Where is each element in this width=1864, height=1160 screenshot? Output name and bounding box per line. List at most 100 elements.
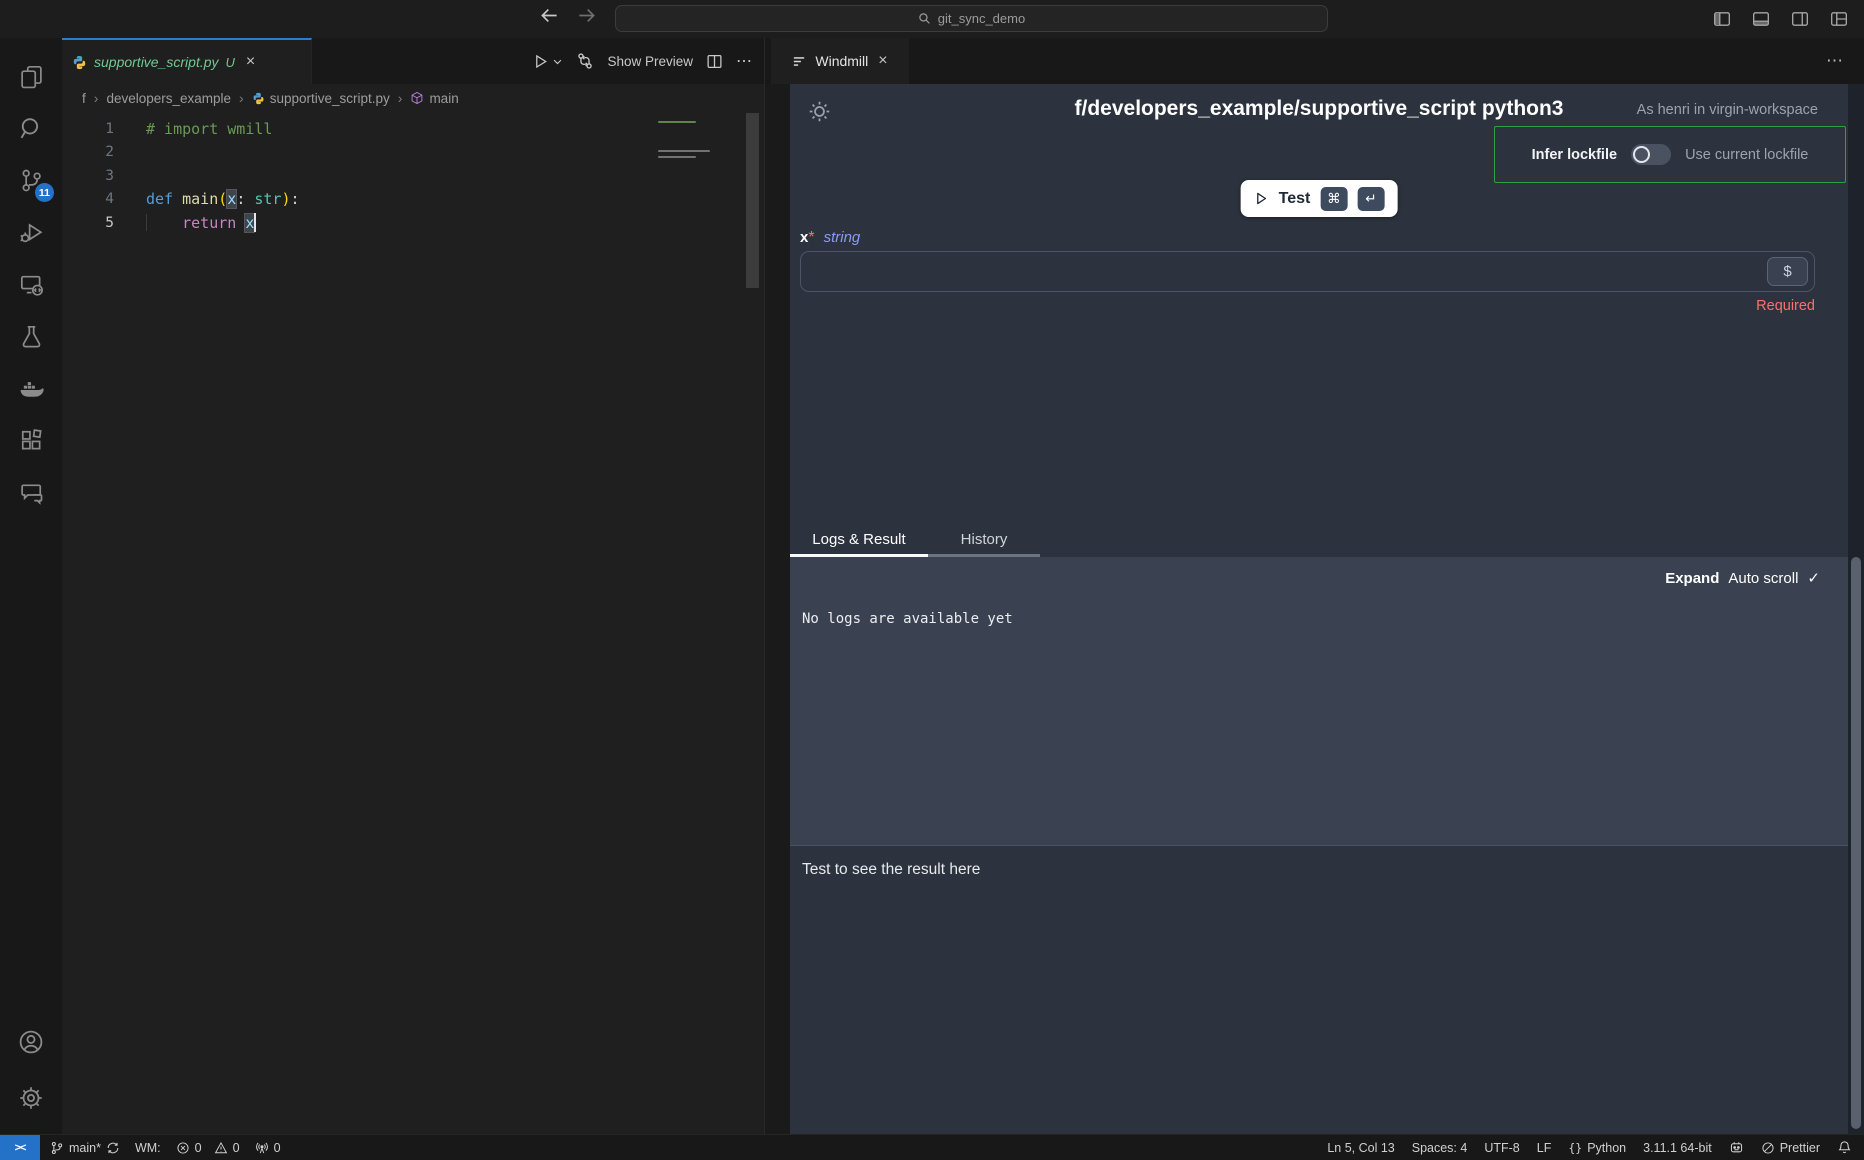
- tab-supportive-script[interactable]: supportive_script.py U ×: [62, 38, 312, 84]
- tab-windmill[interactable]: Windmill ×: [771, 38, 909, 84]
- search-view-icon[interactable]: [0, 102, 62, 154]
- test-button[interactable]: Test ⌘ ↵: [1241, 180, 1398, 217]
- activity-bar: 11: [0, 38, 62, 1134]
- testing-icon[interactable]: [0, 310, 62, 362]
- more-actions-icon[interactable]: ⋯: [736, 51, 752, 71]
- scm-badge: 11: [35, 183, 54, 202]
- encoding-item[interactable]: UTF-8: [1484, 1141, 1519, 1155]
- line-number: 2: [62, 144, 114, 160]
- infer-lockfile-label: Infer lockfile: [1532, 147, 1617, 163]
- code-line[interactable]: 3: [62, 164, 764, 188]
- docker-icon[interactable]: [0, 362, 62, 414]
- windmill-panel-icon: [792, 54, 807, 69]
- python-interpreter-item[interactable]: 3.11.1 64-bit: [1643, 1141, 1712, 1155]
- remote-explorer-icon[interactable]: [0, 258, 62, 310]
- problems-item[interactable]: 0 0: [176, 1141, 240, 1155]
- minimap[interactable]: [658, 121, 740, 158]
- split-editor-icon[interactable]: [706, 53, 723, 70]
- line-number: 4: [62, 191, 114, 207]
- tab-close-icon[interactable]: ×: [246, 53, 255, 71]
- enter-key-icon: ↵: [1357, 187, 1384, 211]
- disabled-circle-icon: [1761, 1141, 1775, 1155]
- language-mode-item[interactable]: {} Python: [1568, 1141, 1626, 1155]
- tab-history[interactable]: History: [928, 527, 1040, 557]
- nav-forward-icon[interactable]: [577, 6, 596, 25]
- required-star: *: [808, 229, 814, 246]
- extensions-icon[interactable]: [0, 414, 62, 466]
- breadcrumb: f › developers_example › supportive_scri…: [62, 84, 764, 112]
- notifications-bell-icon[interactable]: [1837, 1140, 1852, 1155]
- tab-close-icon[interactable]: ×: [878, 52, 887, 70]
- text-cursor: [254, 213, 256, 232]
- result-hint: Test to see the result here: [802, 861, 980, 879]
- check-icon[interactable]: ✓: [1807, 569, 1820, 587]
- toggle-knob: [1633, 146, 1650, 163]
- explorer-icon[interactable]: [0, 50, 62, 102]
- prettier-item[interactable]: Prettier: [1761, 1141, 1820, 1155]
- highlighted-occurrence: x: [227, 190, 236, 208]
- toggle-secondary-sidebar-icon[interactable]: [1791, 10, 1809, 28]
- settings-gear-icon[interactable]: [0, 1072, 62, 1124]
- webview-scrollbar[interactable]: [1848, 84, 1864, 1134]
- tab-git-status: U: [226, 55, 235, 70]
- eol-item[interactable]: LF: [1537, 1141, 1552, 1155]
- code-editor[interactable]: 1 # import wmill 2 3 4 def main(x: str):…: [62, 112, 764, 1134]
- lockfile-toggle[interactable]: [1631, 144, 1671, 165]
- chevron-right-icon: ›: [239, 90, 244, 106]
- git-branch-item[interactable]: main*: [50, 1141, 120, 1155]
- code-line[interactable]: 4 def main(x: str):: [62, 188, 764, 212]
- variable-picker-button[interactable]: $: [1767, 257, 1808, 286]
- wm-status-item[interactable]: WM:: [135, 1141, 161, 1155]
- no-logs-message: No logs are available yet: [802, 611, 1013, 627]
- accounts-icon[interactable]: [0, 1016, 62, 1068]
- compare-changes-icon[interactable]: [576, 52, 594, 70]
- toggle-primary-sidebar-icon[interactable]: [1713, 10, 1731, 28]
- tab-logs-result[interactable]: Logs & Result: [790, 527, 928, 557]
- status-bar: >< main* WM: 0 0 0 Ln 5, Col 13 Spaces: …: [0, 1134, 1864, 1160]
- radio-tower-icon: [255, 1141, 269, 1155]
- nav-back-icon[interactable]: [540, 6, 559, 25]
- remote-indicator[interactable]: ><: [0, 1135, 40, 1160]
- logs-panel: Expand Auto scroll ✓ No logs are availab…: [790, 557, 1848, 845]
- show-preview-button[interactable]: Show Preview: [607, 54, 693, 69]
- cmd-key-icon: ⌘: [1320, 187, 1347, 211]
- indentation-item[interactable]: Spaces: 4: [1412, 1141, 1468, 1155]
- breadcrumb-file[interactable]: supportive_script.py: [252, 91, 390, 106]
- line-number: 5: [62, 215, 114, 231]
- run-python-file-button[interactable]: [532, 53, 563, 70]
- run-as-label: As henri in virgin-workspace: [1637, 102, 1818, 118]
- cursor-position-item[interactable]: Ln 5, Col 13: [1327, 1141, 1394, 1155]
- comments-icon[interactable]: [0, 466, 62, 518]
- run-debug-icon[interactable]: [0, 206, 62, 258]
- arg-input[interactable]: $: [800, 251, 1815, 292]
- line-number: 1: [62, 121, 114, 137]
- tab-label: Windmill: [815, 53, 868, 69]
- code-line-current[interactable]: 5 return x: [62, 211, 764, 235]
- editor-scrollbar[interactable]: [746, 113, 759, 288]
- tab-label: supportive_script.py: [94, 54, 219, 70]
- code-comment: # import wmill: [146, 120, 272, 138]
- scrollbar-thumb[interactable]: [1851, 557, 1861, 1129]
- windmill-webview: f/developers_example/supportive_script p…: [765, 84, 1864, 1134]
- expand-button[interactable]: Expand: [1665, 570, 1719, 587]
- more-actions-icon[interactable]: ⋯: [1826, 38, 1844, 84]
- command-center[interactable]: git_sync_demo: [615, 5, 1328, 32]
- editor-tab-bar: supportive_script.py U × Show Preview ⋯: [62, 38, 764, 84]
- toggle-panel-icon[interactable]: [1752, 10, 1770, 28]
- source-control-icon[interactable]: 11: [0, 154, 62, 206]
- test-button-label: Test: [1279, 190, 1311, 208]
- customize-layout-icon[interactable]: [1830, 10, 1848, 28]
- feedback-icon[interactable]: [1729, 1140, 1744, 1155]
- error-icon: [176, 1141, 190, 1155]
- sync-icon: [106, 1141, 120, 1155]
- line-number: 3: [62, 168, 114, 184]
- python-file-icon: [72, 55, 87, 70]
- ports-item[interactable]: 0: [255, 1141, 281, 1155]
- breadcrumb-folder[interactable]: developers_example: [106, 91, 231, 106]
- braces-icon: {}: [1568, 1141, 1582, 1155]
- breadcrumb-root[interactable]: f: [82, 91, 86, 106]
- auto-scroll-label[interactable]: Auto scroll: [1728, 570, 1798, 587]
- logs-result-tabbar: Logs & Result History: [790, 527, 1848, 557]
- search-icon: [918, 12, 931, 25]
- breadcrumb-symbol[interactable]: main: [410, 91, 458, 106]
